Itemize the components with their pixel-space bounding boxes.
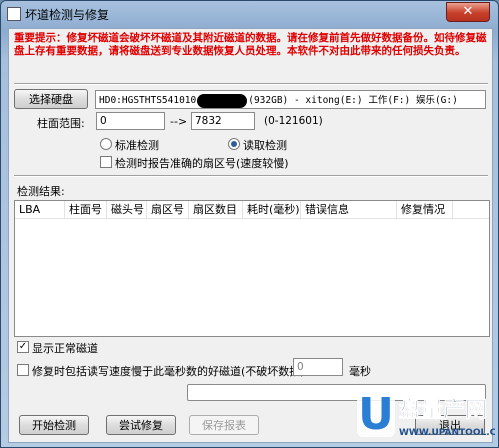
close-button[interactable]: ✕ <box>446 2 490 22</box>
start-check-button[interactable]: 开始检测 <box>19 415 89 435</box>
standard-check-label: 标准检测 <box>115 139 159 152</box>
repair-slow-checkbox[interactable] <box>17 364 29 376</box>
results-table[interactable]: LBA 柱面号 磁头号 扇区号 扇区数目 耗时(毫秒) 错误信息 修复情况 <box>14 200 490 337</box>
results-label: 检测结果: <box>17 185 65 198</box>
column-header-sector-count[interactable]: 扇区数目 <box>189 201 243 218</box>
range-to-input[interactable]: 7832 <box>191 112 255 130</box>
read-check-label: 读取检测 <box>243 139 287 152</box>
range-hint: (0-121601) <box>264 115 323 127</box>
standard-check-radio[interactable] <box>100 138 112 150</box>
upantool-watermark: U 盘量产网 WWW.UPANTOOL.COM <box>357 385 495 440</box>
title-bar[interactable]: 坏道检测与修复 ✕ <box>1 1 498 27</box>
dialog-window: 坏道检测与修复 ✕ 重要提示：修复坏磁道会破坏坏磁道及其附近磁道的数据。请在修复… <box>0 0 499 448</box>
repair-ms-unit: 毫秒 <box>349 365 371 378</box>
disk-info-field: HD0:HGSTHTS541010 (932GB) - xitong(E:) 工作… <box>95 90 486 109</box>
app-icon <box>7 7 21 21</box>
range-from-input[interactable]: 0 <box>96 112 165 130</box>
dialog-body: 重要提示：修复坏磁道会破坏坏磁道及其附近磁道的数据。请在修复前首先做好数据备份。… <box>8 28 493 443</box>
save-report-button[interactable]: 保存报表 <box>189 415 259 435</box>
disk-info-partitions: (932GB) - xitong(E:) 工作(F:) 娱乐(G:) <box>248 95 458 106</box>
column-header-lba[interactable]: LBA <box>15 201 65 218</box>
separator <box>14 83 488 85</box>
column-header-sector[interactable]: 扇区号 <box>147 201 189 218</box>
range-arrow: --> <box>170 115 188 128</box>
watermark-url: WWW.UPANTOOL.COM <box>399 428 495 438</box>
repair-slow-label: 修复时包括读写速度慢于此毫秒数的好磁道(不破坏数据): <box>32 365 309 378</box>
column-header-head[interactable]: 磁头号 <box>107 201 147 218</box>
column-header-cylinder[interactable]: 柱面号 <box>65 201 107 218</box>
disk-info-model: HD0:HGSTHTS541010 <box>99 95 197 106</box>
report-sector-label: 检测时报告准确的扇区号(速度较慢) <box>115 157 289 170</box>
window-title: 坏道检测与修复 <box>25 8 110 22</box>
select-disk-button[interactable]: 选择硬盘 <box>14 89 88 109</box>
column-header-time[interactable]: 耗时(毫秒) <box>243 201 301 218</box>
show-normal-checkbox[interactable]: ✓ <box>17 341 29 353</box>
separator <box>14 175 488 177</box>
repair-ms-input[interactable]: 0 <box>293 358 343 376</box>
report-sector-checkbox[interactable] <box>100 156 112 168</box>
warning-text: 重要提示：修复坏磁道会破坏坏磁道及其附近磁道的数据。请在修复前首先做好数据备份。… <box>14 32 487 57</box>
column-header-error[interactable]: 错误信息 <box>301 201 397 218</box>
watermark-u-letter: U <box>358 389 394 440</box>
range-label: 柱面范围: <box>37 117 85 130</box>
show-normal-label: 显示正常磁道 <box>32 342 98 355</box>
redaction-mark <box>197 93 248 108</box>
read-check-radio[interactable] <box>228 138 240 150</box>
column-header-repair[interactable]: 修复情况 <box>397 201 453 218</box>
watermark-chars: 盘量产网 <box>399 397 487 423</box>
results-table-header: LBA 柱面号 磁头号 扇区号 扇区数目 耗时(毫秒) 错误信息 修复情况 <box>15 201 489 219</box>
try-repair-button[interactable]: 尝试修复 <box>106 415 176 435</box>
